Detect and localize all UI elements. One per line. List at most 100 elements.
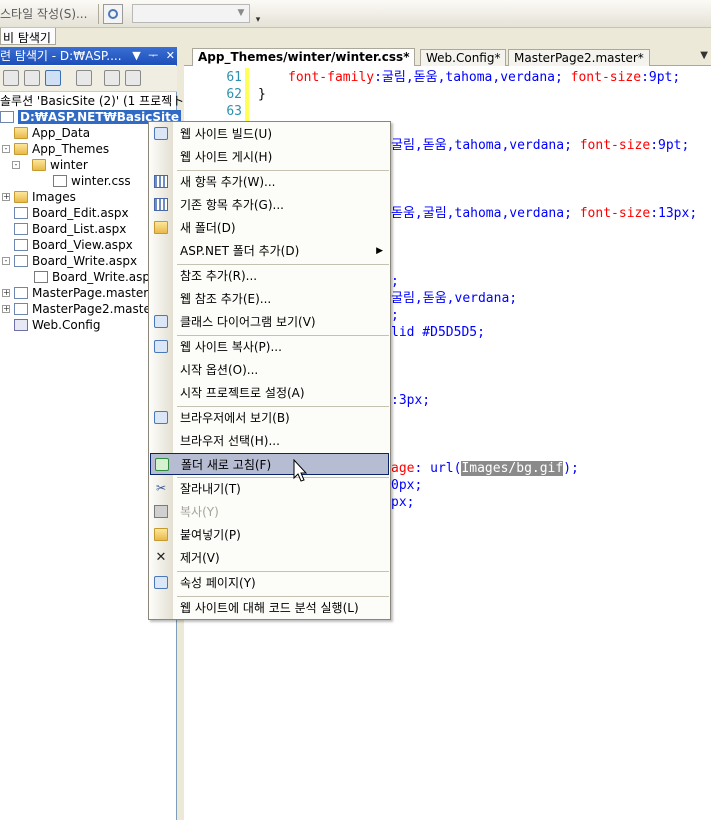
menu-item-paste[interactable]: 붙여넣기(P) [150,524,389,546]
nest-related-files-icon[interactable] [45,70,61,86]
code-line[interactable]: :3px; [391,392,430,409]
code-line[interactable]: 0px; [391,477,422,494]
menu-item-label: 속성 페이지(Y) [180,576,256,590]
menu-item-build-website[interactable]: 웹 사이트 빌드(U) [150,123,389,145]
menu-item-delete[interactable]: ✕ 제거(V) [150,547,389,569]
code-line[interactable]: lid #D5D5D5; [391,324,485,341]
tree-item-winter-css[interactable]: winter.css [53,173,131,189]
tab-winter-css[interactable]: App_Themes/winter/winter.css* [192,48,416,66]
aspx-file-icon [14,239,28,251]
style-combo[interactable]: ▼ [132,4,250,23]
tab-masterpage2[interactable]: MasterPage2.master* [508,49,650,66]
menu-item-view-class-diagram[interactable]: 클래스 다이어그램 보기(V) [150,311,389,333]
menu-item-label: 클래스 다이어그램 보기(V) [180,315,316,329]
line-number: 62 [226,87,242,102]
cut-icon: ✂ [155,481,167,495]
code-line[interactable]: 굴림,돋움,tahoma,verdana; font-size:9pt; [391,137,689,154]
line-number: 63 [226,104,242,119]
tree-item-web-config[interactable]: Web.Config [14,317,100,333]
menu-item-label: 새 폴더(D) [180,221,236,235]
tree-solution-node[interactable]: 솔루션 'BasicSite (2)' (1 프로젝ト [0,93,184,109]
css-property: font-family [288,70,375,85]
tree-item-board-view[interactable]: Board_View.aspx [14,237,133,253]
menu-item-set-as-startup[interactable]: 시작 프로젝트로 설정(A) [150,382,389,404]
tree-item-label: Board_View.aspx [32,238,133,252]
menu-item-copy[interactable]: 복사(Y) [150,501,389,523]
expand-icon[interactable]: + [2,305,10,313]
menu-item-add-web-reference[interactable]: 웹 참조 추가(E)... [150,288,389,310]
menu-item-view-in-browser[interactable]: 브라우저에서 보기(B) [150,407,389,429]
tree-item-images[interactable]: Images [14,189,76,205]
collapse-icon[interactable]: - [2,257,10,265]
menu-item-copy-website[interactable]: 웹 사이트 복사(P)... [150,336,389,358]
editor-tab-strip: App_Themes/winter/winter.css* Web.Config… [184,47,711,66]
collapse-icon[interactable]: - [2,145,10,153]
aspx-file-icon [14,223,28,235]
refresh-icon[interactable] [24,70,40,86]
menu-item-new-folder[interactable]: 새 폴더(D) [150,217,389,239]
code-line[interactable]: age: url(Images/bg.gif); [391,460,579,477]
auto-hide-pin-icon[interactable]: ᅮ [148,49,158,62]
code-line[interactable]: ; [391,307,399,324]
menu-item-refresh-folder[interactable]: 폴더 새로 고침(F) [150,453,389,475]
menu-item-add-new-item[interactable]: 새 항목 추가(W)... [150,171,389,193]
window-position-icon[interactable]: ▼ [132,49,140,62]
tree-item-board-list[interactable]: Board_List.aspx [14,221,126,237]
tree-item-masterpage[interactable]: MasterPage.master [14,285,148,301]
close-icon[interactable]: ✕ [166,49,175,62]
tree-item-app-data[interactable]: App_Data [14,125,90,141]
properties-icon[interactable] [3,70,19,86]
expand-icon[interactable]: + [2,193,10,201]
tree-item-app-themes[interactable]: App_Themes [14,141,109,157]
css-property: font-size [579,138,651,153]
folder-icon [14,191,28,203]
tree-item-masterpage2[interactable]: MasterPage2.maste [14,301,151,317]
css-property: age [391,461,415,476]
code-line[interactable]: } [258,86,266,103]
menu-item-browse-with[interactable]: 브라우저 선택(H)... [150,430,389,452]
tree-item-label: MasterPage.master [32,286,149,300]
tree-item-board-write[interactable]: Board_Write.aspx [14,253,137,269]
asp-net-configuration-icon[interactable] [104,70,120,86]
chevron-down-icon[interactable]: ▼ [233,5,249,22]
tab-web-config[interactable]: Web.Config* [420,49,507,66]
code-line[interactable]: px; [391,494,414,511]
menu-item-add-existing-item[interactable]: 기존 항목 추가(G)... [150,194,389,216]
expand-icon[interactable]: + [2,289,10,297]
tree-item-label: MasterPage2.maste [32,302,151,316]
view-in-browser-icon [154,411,168,424]
class-diagram-icon [154,315,168,328]
css-file-icon [53,175,67,187]
view-class-diagram-icon[interactable] [125,70,141,86]
code-line[interactable]: ; [391,273,399,290]
menu-item-run-code-analysis[interactable]: 웹 사이트에 대해 코드 분석 실행(L) [150,597,389,619]
solution-explorer-title: 련 탐색기 - D:₩ASP.... [0,49,122,63]
menu-item-cut[interactable]: ✂ 잘라내기(T) [150,478,389,500]
menu-item-start-options[interactable]: 시작 옵션(O)... [150,359,389,381]
collapse-icon[interactable]: - [12,161,20,169]
style-builder-button[interactable]: 스타일 작성(S)... [0,5,87,22]
tool-window-tab-strip: 비 탐색기 [0,28,711,45]
chevron-down-icon[interactable]: ▼ [700,50,708,61]
tree-item-label: Images [32,190,76,204]
tab-explorer[interactable]: 비 탐색기 [0,28,56,45]
menu-item-add-aspnet-folder[interactable]: ASP.NET 폴더 추가(D) ▶ [150,240,389,262]
tree-item-board-write-code[interactable]: Board_Write.aspx [34,269,157,285]
menu-item-add-reference[interactable]: 참조 추가(R)... [150,265,389,287]
zoom-icon[interactable] [103,4,123,24]
code-line[interactable]: 굴림,돋움,verdana; [391,290,517,307]
folder-icon [14,143,28,155]
code-line[interactable]: font-family:굴림,돋움,tahoma,verdana; font-s… [288,69,680,86]
menu-item-label: ASP.NET 폴더 추가(D) [180,244,300,258]
menu-item-label: 시작 옵션(O)... [180,363,259,377]
menu-item-publish-website[interactable]: 웹 사이트 게시(H) [150,146,389,168]
menu-item-property-pages[interactable]: 속성 페이지(Y) [150,572,389,594]
menu-item-label: 웹 사이트 빌드(U) [180,127,273,141]
tree-item-winter[interactable]: winter [32,157,88,173]
menu-item-label: 잘라내기(T) [180,482,241,496]
code-line[interactable]: 돋움,굴림,tahoma,verdana; font-size:13px; [391,205,697,222]
toolbar-overflow-icon[interactable]: ▾ [253,14,263,26]
tree-item-board-edit[interactable]: Board_Edit.aspx [14,205,129,221]
copy-website-icon[interactable] [76,70,92,86]
folder-icon [14,127,28,139]
